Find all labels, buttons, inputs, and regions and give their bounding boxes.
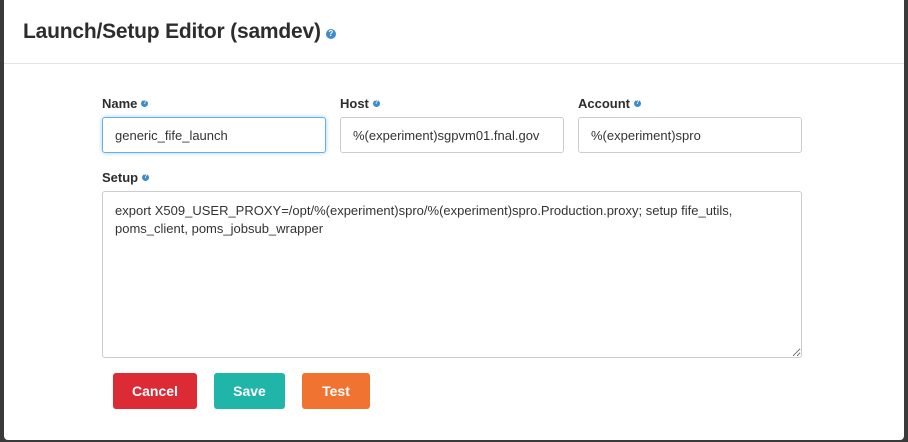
- help-icon[interactable]: ?: [325, 28, 336, 39]
- account-help-icon[interactable]: ?: [634, 100, 641, 107]
- name-label-text: Name: [102, 96, 138, 111]
- account-label-text: Account: [578, 96, 630, 111]
- setup-help-icon[interactable]: ?: [142, 174, 150, 181]
- host-label: Host ?: [340, 96, 380, 111]
- host-input[interactable]: [340, 117, 564, 153]
- launch-setup-editor-modal: Launch/Setup Editor (samdev) ? Name ? Ho…: [4, 0, 904, 440]
- name-input[interactable]: [102, 117, 326, 153]
- test-button[interactable]: Test: [302, 373, 370, 409]
- account-input[interactable]: [578, 117, 802, 153]
- account-label: Account ?: [578, 96, 641, 111]
- cancel-button[interactable]: Cancel: [113, 373, 197, 409]
- host-help-icon[interactable]: ?: [372, 100, 380, 107]
- setup-label-text: Setup: [102, 170, 139, 185]
- setup-label: Setup ?: [102, 170, 150, 185]
- modal-title: Launch/Setup Editor (samdev): [23, 19, 321, 43]
- modal-header: Launch/Setup Editor (samdev) ?: [4, 0, 904, 64]
- setup-textarea[interactable]: export X509_USER_PROXY=/opt/%(experiment…: [102, 191, 802, 358]
- host-label-text: Host: [340, 96, 369, 111]
- save-button[interactable]: Save: [214, 373, 285, 409]
- name-help-icon[interactable]: ?: [141, 100, 149, 107]
- name-label: Name ?: [102, 96, 149, 111]
